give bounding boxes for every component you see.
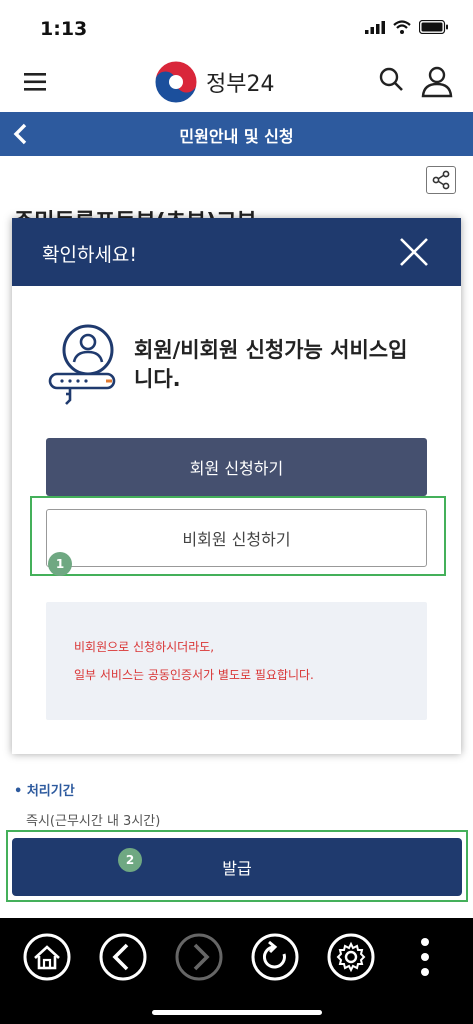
modal-header: 확인하세요! [12,218,461,286]
signal-icon [365,20,385,34]
taegeuk-logo-icon [154,60,198,104]
step-badge-2: 2 [118,848,142,872]
modal-message-line2: 니다. [134,367,181,391]
member-apply-button[interactable]: 회원 신청하기 [46,438,427,496]
notice-line-2: 일부 서비스는 공동인증서가 별도로 필요합니다. [74,668,314,682]
processing-period-heading: • 처리기간 [14,784,75,799]
home-icon[interactable] [22,932,72,982]
modal-title: 확인하세요! [42,244,138,266]
confirm-modal: 확인하세요! 회원/비회원 신청가능 서비스입 니다. 회원 신청하기 비회원 … [12,218,461,754]
reload-icon[interactable] [250,932,300,982]
issue-button[interactable]: 발급 [12,838,462,896]
member-service-icon [48,324,116,405]
settings-icon[interactable] [326,932,376,982]
share-icon [432,170,450,190]
wifi-icon [393,20,411,34]
nav-bar: 민원안내 및 신청 [0,112,473,156]
battery-icon [419,20,448,34]
processing-period-value: 즉시(근무시간 내 3시간) [26,814,161,829]
status-bar: 1:13 [0,0,473,56]
modal-message-line1: 회원/비회원 신청가능 서비스입 [134,338,408,362]
bottom-toolbar [0,918,473,1024]
search-icon[interactable] [378,66,404,92]
nonmember-apply-button[interactable]: 비회원 신청하기 [46,509,427,567]
close-icon[interactable] [396,234,432,270]
forward-icon[interactable] [174,932,224,982]
notice-box: 비회원으로 신청하시더라도, 일부 서비스는 공동인증서가 별도로 필요합니다. [46,602,427,720]
menu-icon[interactable] [22,68,50,96]
logo[interactable]: 정부24 [152,58,274,106]
modal-message: 회원/비회원 신청가능 서비스입 니다. [134,336,434,394]
logo-text: 정부24 [206,72,275,97]
status-icons [365,20,449,34]
share-button[interactable] [426,166,456,194]
back-icon[interactable] [98,932,148,982]
user-icon[interactable] [420,64,454,98]
step-badge-1: 1 [48,552,72,576]
home-indicator [152,1010,322,1015]
nav-title: 민원안내 및 신청 [179,127,294,146]
more-icon[interactable] [404,932,454,982]
status-time: 1:13 [40,18,88,40]
notice-line-1: 비회원으로 신청하시더라도, [74,640,215,654]
app-header: 정부24 [0,56,473,112]
